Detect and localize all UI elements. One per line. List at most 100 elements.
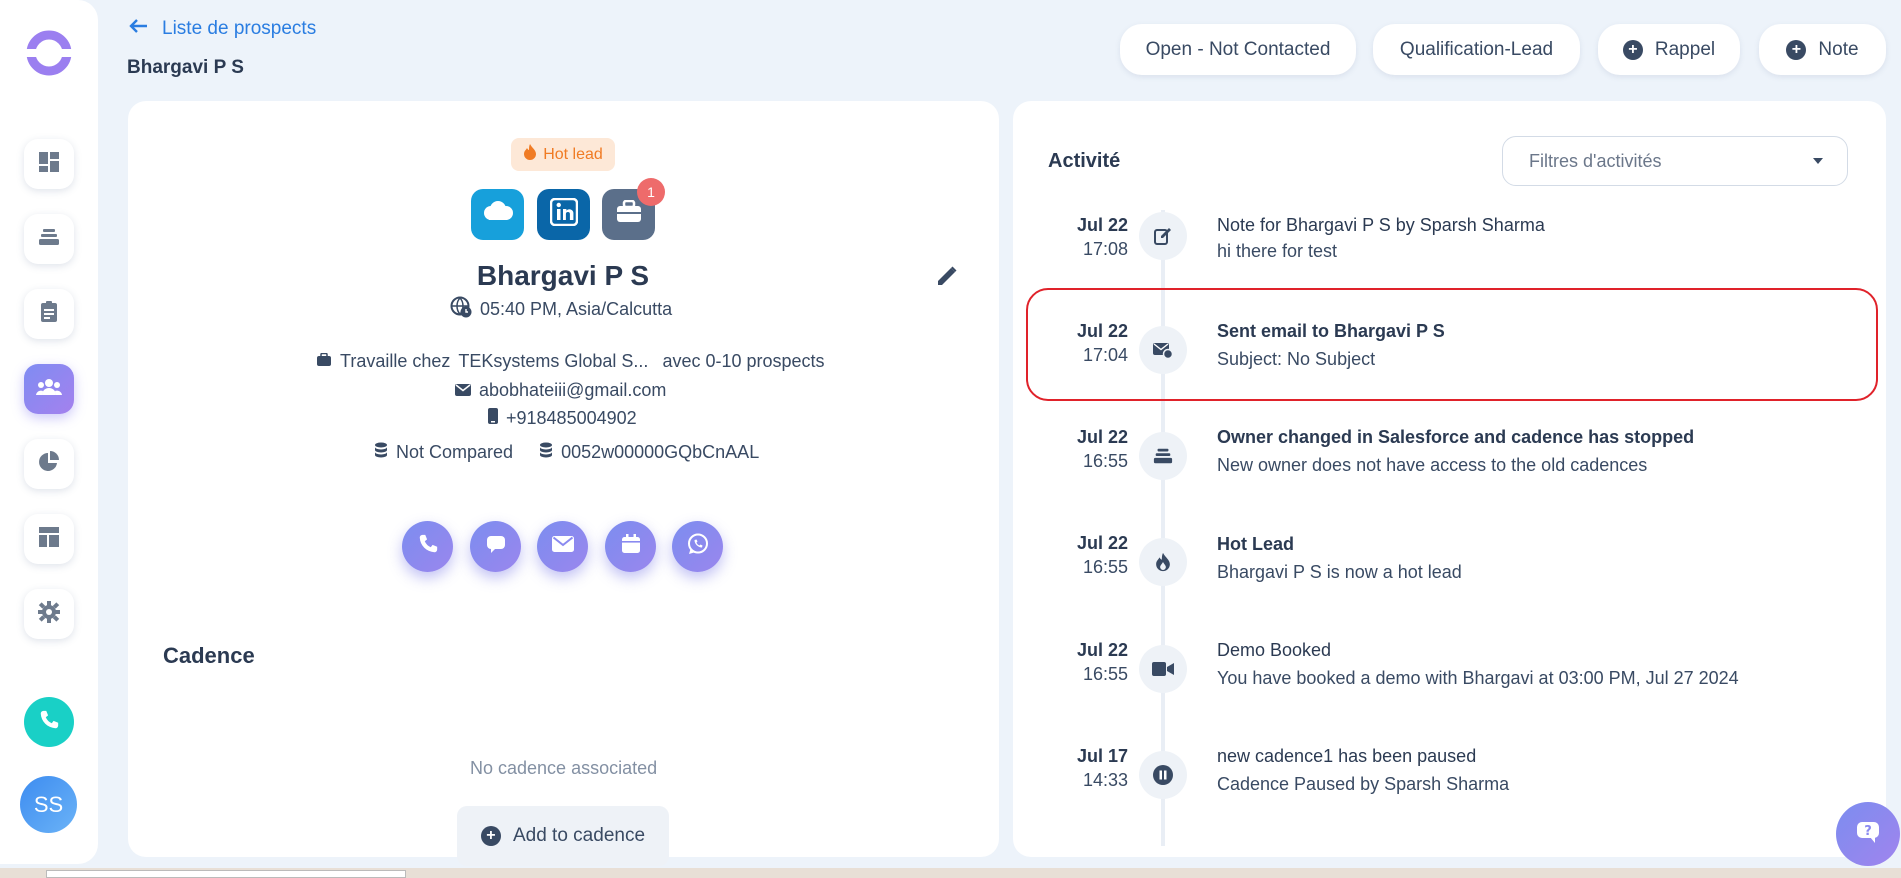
- briefcase-icon: [316, 351, 332, 372]
- phone-line: +918485004902: [488, 408, 637, 429]
- activity-filter-dropdown[interactable]: Filtres d'activités: [1502, 136, 1848, 186]
- activity-time: 17:08: [1082, 239, 1128, 259]
- database-icon: [539, 442, 553, 463]
- activity-detail: Cadence Paused by Sparsh Sharma: [1217, 774, 1510, 794]
- salesforce-button[interactable]: [471, 189, 524, 240]
- chat-bubble-icon: [485, 533, 507, 560]
- sidebar-item-templates[interactable]: [24, 514, 74, 564]
- sidebar-item-settings[interactable]: [24, 589, 74, 639]
- add-to-cadence-button[interactable]: + Add to cadence: [457, 806, 669, 866]
- activity-detail: You have booked a demo with Bhargavi at …: [1217, 668, 1739, 688]
- company-line: Travaille chez TEKsystems Global S... av…: [316, 351, 825, 372]
- hot-lead-label: Hot lead: [543, 145, 603, 163]
- local-time: 05:40 PM, Asia/Calcutta: [480, 299, 673, 319]
- activity-date: Jul 17: [1076, 746, 1128, 766]
- layers-icon: [37, 225, 61, 254]
- activity-datetime: Jul 22 16:55: [1068, 425, 1128, 473]
- activity-heading: Demo Booked: [1217, 640, 1332, 660]
- note-button[interactable]: + Note: [1759, 24, 1886, 75]
- edit-note-icon: [1139, 212, 1187, 260]
- activity-title: Activité: [1048, 150, 1121, 172]
- svg-text:?: ?: [1864, 824, 1872, 839]
- edit-button[interactable]: [935, 264, 959, 293]
- sidebar-item-reports[interactable]: [24, 439, 74, 489]
- activity-heading: Owner changed in Salesforce and cadence …: [1217, 427, 1695, 447]
- activity-text: Owner changed in Salesforce and cadence …: [1217, 424, 1694, 478]
- phone-icon: [38, 709, 60, 736]
- calendar-action-button[interactable]: [605, 521, 656, 572]
- activity-item[interactable]: Jul 22 17:08 Note for Bhargavi P S by Sp…: [1013, 212, 1886, 292]
- activity-filter-label: Filtres d'activités: [1529, 150, 1662, 171]
- activity-item[interactable]: Jul 22 16:55 Hot Lead Bhargavi P S is no…: [1013, 531, 1886, 611]
- stage-button[interactable]: Qualification-Lead: [1373, 24, 1580, 75]
- pause-icon: [1139, 751, 1187, 799]
- activity-datetime: Jul 17 14:33: [1068, 744, 1128, 792]
- timezone-line: 05:40 PM, Asia/Calcutta: [450, 296, 672, 323]
- dialer-button[interactable]: [24, 697, 74, 747]
- phone-icon: [417, 533, 439, 560]
- sidebar-item-cadences[interactable]: [24, 214, 74, 264]
- mobile-icon: [488, 408, 498, 429]
- layers-icon: [1139, 432, 1187, 480]
- calendar-icon: [621, 534, 641, 559]
- page-title: Bhargavi P S: [127, 57, 244, 78]
- pie-chart-icon: [37, 450, 61, 479]
- globe-clock-icon: [450, 296, 472, 323]
- activity-datetime: Jul 22 16:55: [1068, 531, 1128, 579]
- whatsapp-action-button[interactable]: [672, 521, 723, 572]
- window-bottom-strip: [0, 868, 1901, 878]
- prospect-phone[interactable]: +918485004902: [506, 408, 637, 429]
- activity-date: Jul 22: [1076, 533, 1128, 553]
- envelope-icon: [455, 380, 471, 401]
- activity-datetime: Jul 22 16:55: [1068, 638, 1128, 686]
- call-action-button[interactable]: [402, 521, 453, 572]
- salesforce-id[interactable]: 0052w00000GQbCnAAL: [561, 442, 759, 463]
- activity-text: Hot Lead Bhargavi P S is now a hot lead: [1217, 531, 1462, 585]
- reminder-button[interactable]: + Rappel: [1598, 24, 1740, 75]
- layout-icon: [37, 525, 61, 554]
- crm-status-line: Not Compared 0052w00000GQbCnAAL: [374, 442, 759, 463]
- hot-lead-badge: Hot lead: [511, 138, 615, 171]
- notification-badge: 1: [637, 178, 665, 206]
- sidebar-item-tasks[interactable]: [24, 289, 74, 339]
- prospect-name: Bhargavi P S: [476, 260, 650, 291]
- status-button[interactable]: Open - Not Contacted: [1120, 24, 1356, 75]
- fire-icon: [1139, 538, 1187, 586]
- envelope-icon: [551, 536, 574, 557]
- activity-detail: New owner does not have access to the ol…: [1217, 455, 1648, 475]
- cadence-empty-state: No cadence associated: [470, 758, 658, 778]
- sms-action-button[interactable]: [470, 521, 521, 572]
- video-icon: [1139, 645, 1187, 693]
- activity-item[interactable]: Jul 22 16:55 Demo Booked You have booked…: [1013, 637, 1886, 717]
- app-logo[interactable]: [24, 28, 74, 78]
- sidebar-item-dashboard[interactable]: [24, 139, 74, 189]
- highlight-box: [1026, 288, 1878, 401]
- linkedin-icon: [549, 197, 578, 231]
- briefcase-icon: [616, 199, 642, 229]
- stage-button-label: Qualification-Lead: [1399, 38, 1554, 60]
- horizontal-scrollbar[interactable]: [46, 870, 406, 878]
- plus-circle-icon: +: [1622, 39, 1643, 60]
- caret-down-icon: [1813, 158, 1823, 164]
- cadence-section-title: Cadence: [163, 643, 255, 668]
- works-at-label: Travaille chez: [340, 351, 451, 371]
- activity-item[interactable]: Jul 22 16:55 Owner changed in Salesforce…: [1013, 424, 1886, 504]
- avatar[interactable]: SS: [20, 776, 77, 833]
- pencil-icon: [935, 266, 959, 292]
- add-to-cadence-label: Add to cadence: [512, 825, 646, 846]
- activity-item[interactable]: Jul 17 14:33 new cadence1 has been pause…: [1013, 743, 1886, 823]
- prospect-email[interactable]: abobhateiii@gmail.com: [479, 380, 666, 401]
- email-line: abobhateiii@gmail.com: [455, 380, 666, 401]
- help-chat-button[interactable]: ?: [1836, 802, 1900, 866]
- back-link[interactable]: Liste de prospects: [128, 18, 316, 40]
- email-action-button[interactable]: [537, 521, 588, 572]
- compare-status: Not Compared: [396, 442, 514, 462]
- company-link[interactable]: TEKsystems Global S...: [458, 351, 648, 372]
- back-link-label: Liste de prospects: [162, 18, 317, 39]
- sidebar-item-people[interactable]: [24, 364, 74, 414]
- activity-time: 16:55: [1082, 557, 1128, 577]
- activity-detail: Bhargavi P S is now a hot lead: [1217, 562, 1462, 582]
- salesforce-cloud-icon: [481, 200, 515, 229]
- help-chat-icon: ?: [1855, 819, 1881, 850]
- linkedin-button[interactable]: [537, 189, 590, 240]
